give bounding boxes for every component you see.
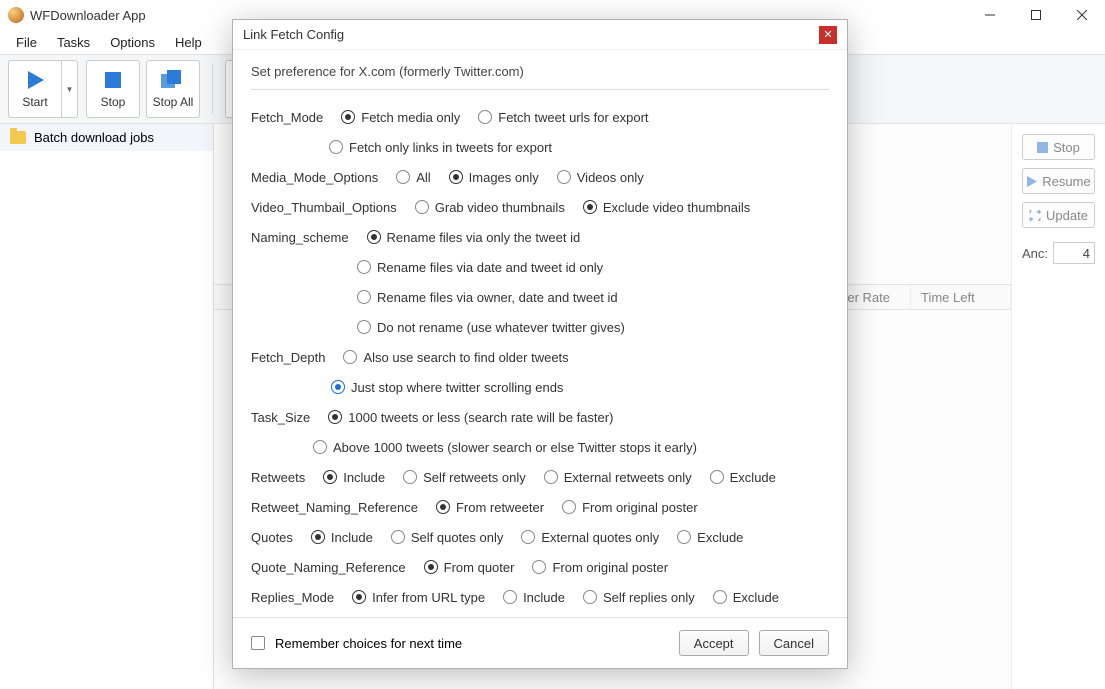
play-icon (1026, 176, 1037, 187)
stop-all-icon (159, 69, 187, 91)
window-maximize-button[interactable] (1013, 0, 1059, 30)
panel-resume-button[interactable]: Resume (1022, 168, 1095, 194)
radio-fetch-links-in-tweets[interactable]: Fetch only links in tweets for export (329, 140, 552, 155)
radio-grab-thumbnails[interactable]: Grab video thumbnails (415, 200, 565, 215)
radio-from-original-poster-q[interactable]: From original poster (532, 560, 668, 575)
label-media-mode: Media_Mode_Options (251, 170, 378, 185)
dialog-close-button[interactable]: ✕ (819, 26, 837, 44)
remember-label: Remember choices for next time (275, 636, 462, 651)
start-dropdown[interactable]: ▼ (62, 60, 78, 118)
radio-media-all[interactable]: All (396, 170, 430, 185)
radio-retweets-include[interactable]: Include (323, 470, 385, 485)
accept-button[interactable]: Accept (679, 630, 749, 656)
radio-replies-include[interactable]: Include (503, 590, 565, 605)
anc-label: Anc: (1022, 246, 1048, 261)
stop-button[interactable]: Stop (86, 60, 140, 118)
radio-quotes-external[interactable]: External quotes only (521, 530, 659, 545)
radio-fetch-media-only[interactable]: Fetch media only (341, 110, 460, 125)
menu-options[interactable]: Options (100, 32, 165, 53)
label-task-size: Task_Size (251, 410, 310, 425)
radio-quotes-include[interactable]: Include (311, 530, 373, 545)
radio-replies-infer[interactable]: Infer from URL type (352, 590, 485, 605)
window-close-button[interactable] (1059, 0, 1105, 30)
label-replies: Replies_Mode (251, 590, 334, 605)
dialog-title: Link Fetch Config (243, 27, 344, 42)
radio-rename-tweet-id[interactable]: Rename files via only the tweet id (367, 230, 581, 245)
radio-replies-exclude[interactable]: Exclude (713, 590, 779, 605)
play-icon (21, 69, 49, 91)
radio-1000-or-less[interactable]: 1000 tweets or less (search rate will be… (328, 410, 613, 425)
sidebar-item-batch-jobs[interactable]: Batch download jobs (0, 124, 213, 151)
panel-stop-button[interactable]: Stop (1022, 134, 1095, 160)
radio-quotes-self[interactable]: Self quotes only (391, 530, 504, 545)
sidebar: Batch download jobs (0, 124, 214, 689)
anc-input[interactable] (1053, 242, 1095, 264)
radio-stop-scrolling-ends[interactable]: Just stop where twitter scrolling ends (331, 380, 563, 395)
label-fetch-depth: Fetch_Depth (251, 350, 325, 365)
dialog-subtitle: Set preference for X.com (formerly Twitt… (251, 64, 829, 79)
stop-icon (99, 69, 127, 91)
radio-from-original-poster-rt[interactable]: From original poster (562, 500, 698, 515)
stop-all-button[interactable]: Stop All (146, 60, 200, 118)
refresh-icon (1029, 210, 1041, 221)
col-time-left[interactable]: Time Left (911, 285, 1011, 309)
start-button[interactable]: Start (8, 60, 62, 118)
menu-tasks[interactable]: Tasks (47, 32, 100, 53)
radio-exclude-thumbnails[interactable]: Exclude video thumbnails (583, 200, 750, 215)
radio-retweets-self[interactable]: Self retweets only (403, 470, 526, 485)
toolbar-separator (212, 64, 213, 114)
radio-retweets-exclude[interactable]: Exclude (710, 470, 776, 485)
radio-fetch-tweet-urls[interactable]: Fetch tweet urls for export (478, 110, 648, 125)
radio-media-videos-only[interactable]: Videos only (557, 170, 644, 185)
label-retweet-ref: Retweet_Naming_Reference (251, 500, 418, 515)
label-retweets: Retweets (251, 470, 305, 485)
label-quotes: Quotes (251, 530, 293, 545)
radio-rename-owner-date-id[interactable]: Rename files via owner, date and tweet i… (357, 290, 618, 305)
radio-above-1000[interactable]: Above 1000 tweets (slower search or else… (313, 440, 697, 455)
app-icon (8, 7, 24, 23)
radio-do-not-rename[interactable]: Do not rename (use whatever twitter give… (357, 320, 625, 335)
radio-from-quoter[interactable]: From quoter (424, 560, 515, 575)
dialog-titlebar: Link Fetch Config ✕ (233, 20, 847, 50)
label-quote-ref: Quote_Naming_Reference (251, 560, 406, 575)
stop-icon (1037, 142, 1048, 153)
right-panel: Stop Resume Update Anc: (1011, 124, 1105, 689)
cancel-button[interactable]: Cancel (759, 630, 829, 656)
radio-retweets-external[interactable]: External retweets only (544, 470, 692, 485)
radio-from-retweeter[interactable]: From retweeter (436, 500, 544, 515)
radio-rename-date-tweet-id[interactable]: Rename files via date and tweet id only (357, 260, 603, 275)
label-fetch-mode: Fetch_Mode (251, 110, 323, 125)
window-minimize-button[interactable] (967, 0, 1013, 30)
menu-file[interactable]: File (6, 32, 47, 53)
remember-checkbox[interactable] (251, 636, 265, 650)
radio-media-images-only[interactable]: Images only (449, 170, 539, 185)
label-video-thumb: Video_Thumbail_Options (251, 200, 397, 215)
panel-update-button[interactable]: Update (1022, 202, 1095, 228)
radio-use-search-older[interactable]: Also use search to find older tweets (343, 350, 568, 365)
radio-replies-self[interactable]: Self replies only (583, 590, 695, 605)
folder-icon (10, 131, 26, 144)
link-fetch-config-dialog: Link Fetch Config ✕ Set preference for X… (232, 19, 848, 669)
label-naming: Naming_scheme (251, 230, 349, 245)
menu-help[interactable]: Help (165, 32, 212, 53)
radio-quotes-exclude[interactable]: Exclude (677, 530, 743, 545)
